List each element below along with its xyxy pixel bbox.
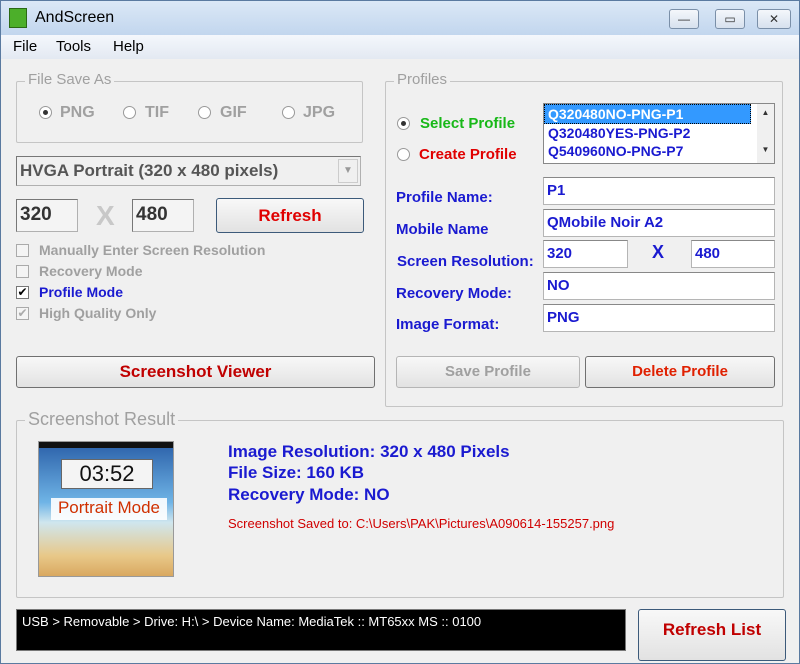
image-format-field[interactable]: PNG	[543, 304, 775, 332]
title-bar: AndScreen — ▭ ✕	[1, 1, 799, 35]
menu-help[interactable]: Help	[113, 38, 144, 55]
profile-list-item[interactable]: Q540960NO-PNG-P7	[544, 142, 774, 160]
maximize-button[interactable]: ▭	[715, 9, 745, 29]
group-label: Profiles	[394, 71, 451, 88]
screenshot-viewer-button[interactable]: Screenshot Viewer	[16, 356, 375, 388]
recovery-mode-field[interactable]: NO	[543, 272, 775, 300]
group-label: File Save As	[25, 71, 115, 88]
profile-list[interactable]: Q320480NO-PNG-P1 Q320480YES-PNG-P2 Q5409…	[543, 103, 775, 164]
mobile-name-label: Mobile Name	[396, 221, 489, 238]
file-save-as-group: File Save As PNG TIF GIF JPG	[16, 71, 363, 143]
screen-width-field[interactable]: 320	[543, 240, 628, 268]
image-format-label: Image Format:	[396, 316, 500, 333]
select-profile-label: Select Profile	[420, 115, 516, 132]
screen-height-field[interactable]: 480	[691, 240, 775, 268]
screen-resolution-label: Screen Resolution:	[397, 253, 534, 270]
image-resolution-text: Image Resolution: 320 x 480 Pixels	[228, 442, 510, 461]
saved-path-text: Screenshot Saved to: C:\Users\PAK\Pictur…	[228, 516, 615, 531]
manual-resolution-checkbox[interactable]	[16, 244, 29, 257]
recovery-mode-field-label: Recovery Mode:	[396, 285, 512, 302]
save-profile-button[interactable]: Save Profile	[396, 356, 580, 388]
app-window: AndScreen — ▭ ✕ File Tools Help File Sav…	[0, 0, 800, 664]
window-title: AndScreen	[35, 9, 115, 26]
close-button[interactable]: ✕	[757, 9, 791, 29]
recovery-mode-text: Recovery Mode: NO	[228, 485, 390, 504]
list-scrollbar[interactable]: ▲ ▼	[757, 104, 774, 163]
menu-bar: File Tools Help	[1, 35, 799, 59]
refresh-button[interactable]: Refresh	[216, 198, 364, 233]
recovery-mode-checkbox[interactable]	[16, 265, 29, 278]
profile-list-item[interactable]: Q320480NO-PNG-P1	[544, 104, 751, 124]
profile-list-item[interactable]: Q320480YES-PNG-P2	[544, 124, 774, 142]
radio-gif[interactable]	[198, 106, 211, 119]
manual-resolution-label: Manually Enter Screen Resolution	[39, 242, 266, 258]
create-profile-label: Create Profile	[419, 146, 517, 163]
menu-file[interactable]: File	[13, 38, 37, 55]
create-profile-radio[interactable]	[397, 148, 410, 161]
file-size-text: File Size: 160 KB	[228, 463, 365, 482]
radio-jpg[interactable]	[282, 106, 295, 119]
mobile-name-field[interactable]: QMobile Noir A2	[543, 209, 775, 237]
x-separator: X	[96, 200, 115, 231]
profile-name-label: Profile Name:	[396, 189, 493, 206]
profile-mode-label: Profile Mode	[39, 284, 124, 300]
profile-mode-checkbox[interactable]: ✔	[16, 286, 29, 299]
png-label: PNG	[60, 104, 95, 121]
resolution-select-value: HVGA Portrait (320 x 480 pixels)	[20, 161, 279, 180]
thumbnail-clock: 03:52	[61, 459, 153, 489]
refresh-list-button[interactable]: Refresh List	[638, 609, 786, 661]
gif-label: GIF	[220, 104, 247, 121]
jpg-label: JPG	[303, 104, 336, 121]
radio-tif[interactable]	[123, 106, 136, 119]
resolution-select[interactable]: HVGA Portrait (320 x 480 pixels) ▼	[16, 156, 361, 186]
app-icon	[9, 8, 27, 28]
high-quality-checkbox[interactable]: ✔	[16, 307, 29, 320]
device-status-bar: USB > Removable > Drive: H:\ > Device Na…	[16, 609, 626, 651]
minimize-button[interactable]: —	[669, 9, 699, 29]
screenshot-result-group: Screenshot Result 03:52 Portrait Mode Im…	[16, 409, 784, 598]
height-input[interactable]: 480	[132, 199, 194, 232]
high-quality-label: High Quality Only	[39, 305, 157, 321]
group-label: Screenshot Result	[25, 409, 179, 430]
select-profile-radio[interactable]	[397, 117, 410, 130]
recovery-mode-label: Recovery Mode	[39, 263, 143, 279]
profile-name-field[interactable]: P1	[543, 177, 775, 205]
tif-label: TIF	[145, 104, 169, 121]
radio-png[interactable]	[39, 106, 52, 119]
resolution-x-label: X	[652, 242, 665, 262]
width-input[interactable]: 320	[16, 199, 78, 232]
profiles-group: Profiles Select Profile Create Profile Q…	[385, 71, 783, 407]
chevron-down-icon[interactable]: ▼	[338, 159, 358, 183]
screenshot-thumbnail[interactable]: 03:52 Portrait Mode	[38, 441, 174, 577]
menu-tools[interactable]: Tools	[56, 38, 91, 55]
thumbnail-overlay-text: Portrait Mode	[51, 498, 167, 520]
delete-profile-button[interactable]: Delete Profile	[585, 356, 775, 388]
